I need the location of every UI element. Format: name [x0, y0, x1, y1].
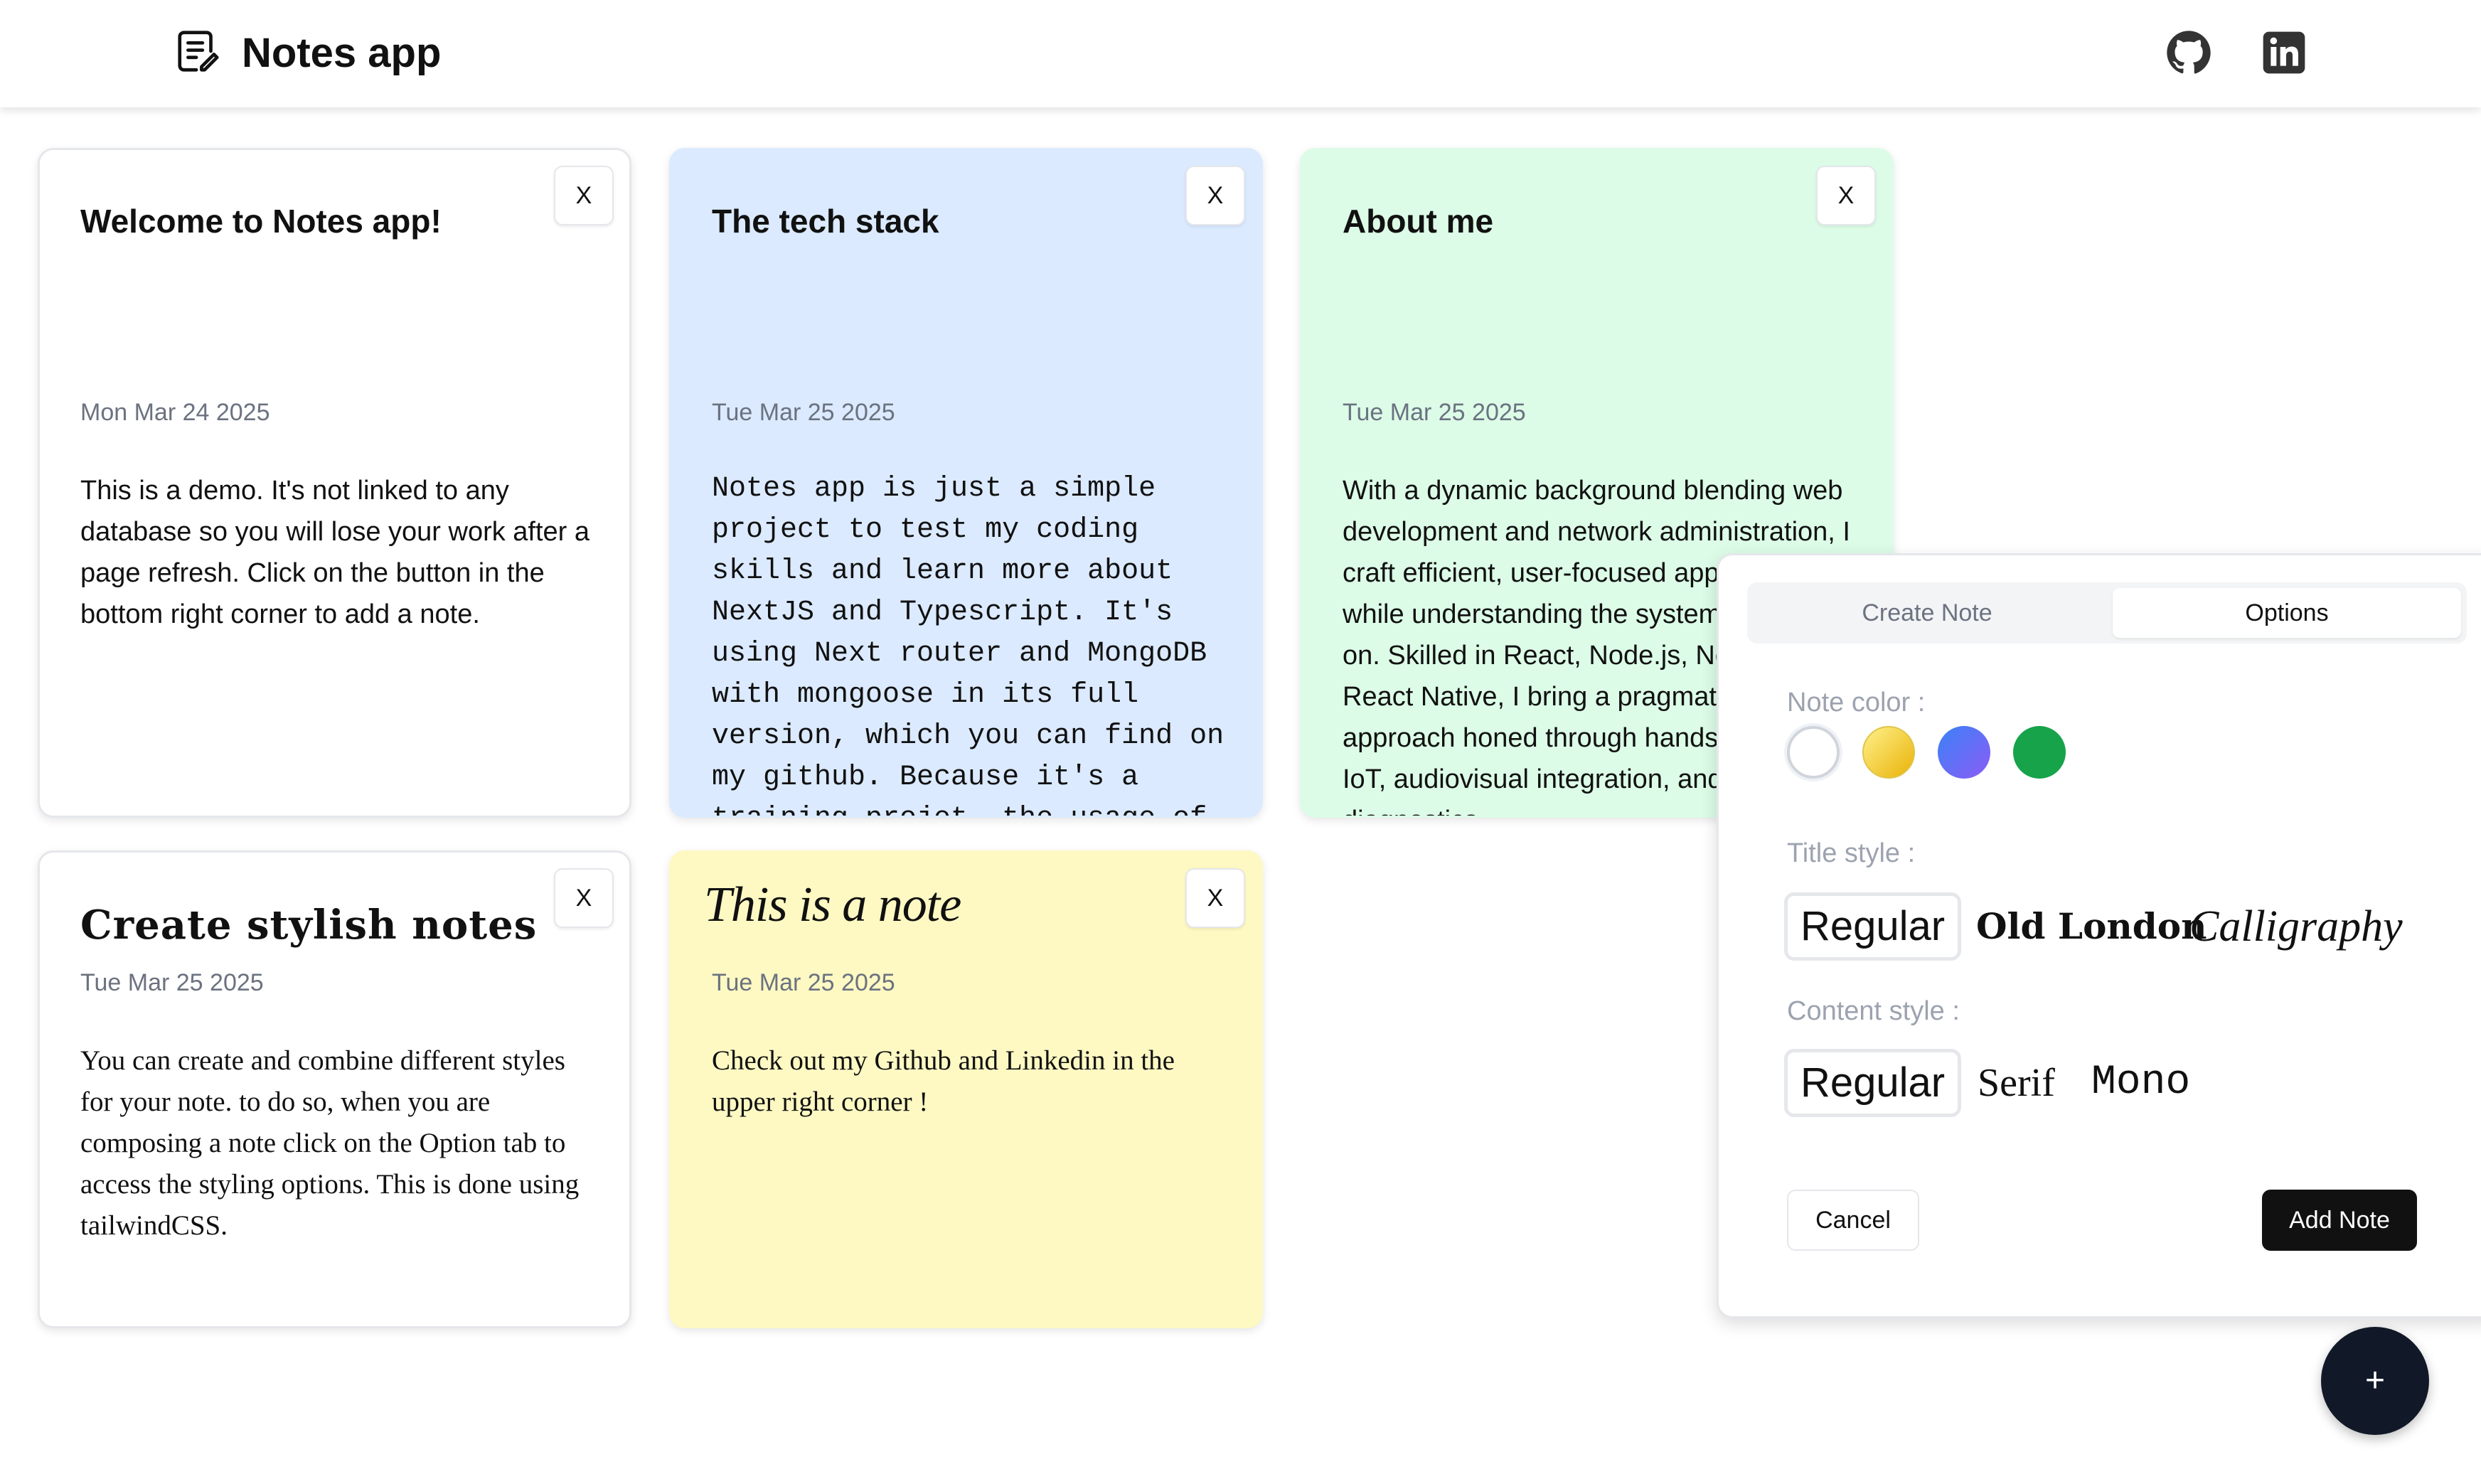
note-date: Mon Mar 24 2025 [80, 399, 270, 426]
content-style-mono[interactable]: Mono [2091, 1049, 2190, 1117]
note-content: Check out my Github and Linkedin in the … [712, 1045, 1175, 1117]
note-date: Tue Mar 25 2025 [1343, 399, 1526, 426]
note-title: The tech stack [712, 203, 939, 240]
add-note-fab[interactable]: + [2321, 1327, 2429, 1435]
delete-note-button[interactable]: X [554, 868, 614, 928]
note-date: Tue Mar 25 2025 [80, 969, 264, 996]
content-style-label: Content style : [1787, 996, 1960, 1026]
note-card: X The tech stack Tue Mar 25 2025 Notes a… [669, 148, 1263, 818]
cancel-button[interactable]: Cancel [1787, 1190, 1919, 1251]
tab-options[interactable]: Options [2113, 588, 2461, 638]
add-note-button[interactable]: Add Note [2262, 1190, 2417, 1251]
app-title: Notes app [242, 30, 442, 76]
note-composer: Create Note Options Note color : Title s… [1717, 553, 2481, 1318]
note-title: About me [1343, 203, 1494, 240]
app-header: Notes app [0, 0, 2481, 107]
delete-note-button[interactable]: X [1816, 166, 1876, 225]
note-title: Welcome to Notes app! [80, 203, 442, 240]
note-content: Notes app is just a simple project to te… [712, 473, 1225, 816]
color-swatch-yellow[interactable] [1862, 726, 1915, 779]
note-card: X This is a note Tue Mar 25 2025 Check o… [669, 850, 1263, 1328]
tab-create-note[interactable]: Create Note [1753, 588, 2101, 638]
note-date: Tue Mar 25 2025 [712, 969, 895, 996]
color-swatch-purple[interactable] [1938, 726, 1990, 779]
note-title: This is a note [704, 877, 961, 932]
note-card: X Create stylish notes Tue Mar 25 2025 Y… [38, 850, 631, 1328]
delete-note-button[interactable]: X [554, 166, 614, 225]
color-swatch-white[interactable] [1787, 726, 1840, 779]
linkedin-icon[interactable] [2261, 30, 2307, 75]
color-swatch-green[interactable] [2013, 726, 2066, 779]
delete-note-button[interactable]: X [1185, 166, 1245, 225]
note-color-label: Note color : [1787, 688, 1926, 717]
title-style-calligraphy[interactable]: Calligraphy [2189, 892, 2403, 961]
title-style-label: Title style : [1787, 838, 1916, 868]
note-date: Tue Mar 25 2025 [712, 399, 895, 426]
note-card: X Welcome to Notes app! Mon Mar 24 2025 … [38, 148, 631, 818]
content-style-regular[interactable]: Regular [1784, 1049, 1962, 1117]
title-style-old-london[interactable]: Old London [1976, 892, 2207, 961]
content-style-serif[interactable]: Serif [1978, 1049, 2055, 1117]
delete-note-button[interactable]: X [1185, 868, 1245, 928]
note-content: This is a demo. It's not linked to any d… [80, 476, 590, 629]
title-style-regular[interactable]: Regular [1784, 892, 1962, 961]
notepad-icon [178, 31, 219, 72]
note-title: Create stylish notes [80, 902, 538, 949]
note-content: You can create and combine different sty… [80, 1045, 580, 1241]
github-icon[interactable] [2166, 30, 2211, 75]
composer-tabs: Create Note Options [1747, 582, 2467, 644]
